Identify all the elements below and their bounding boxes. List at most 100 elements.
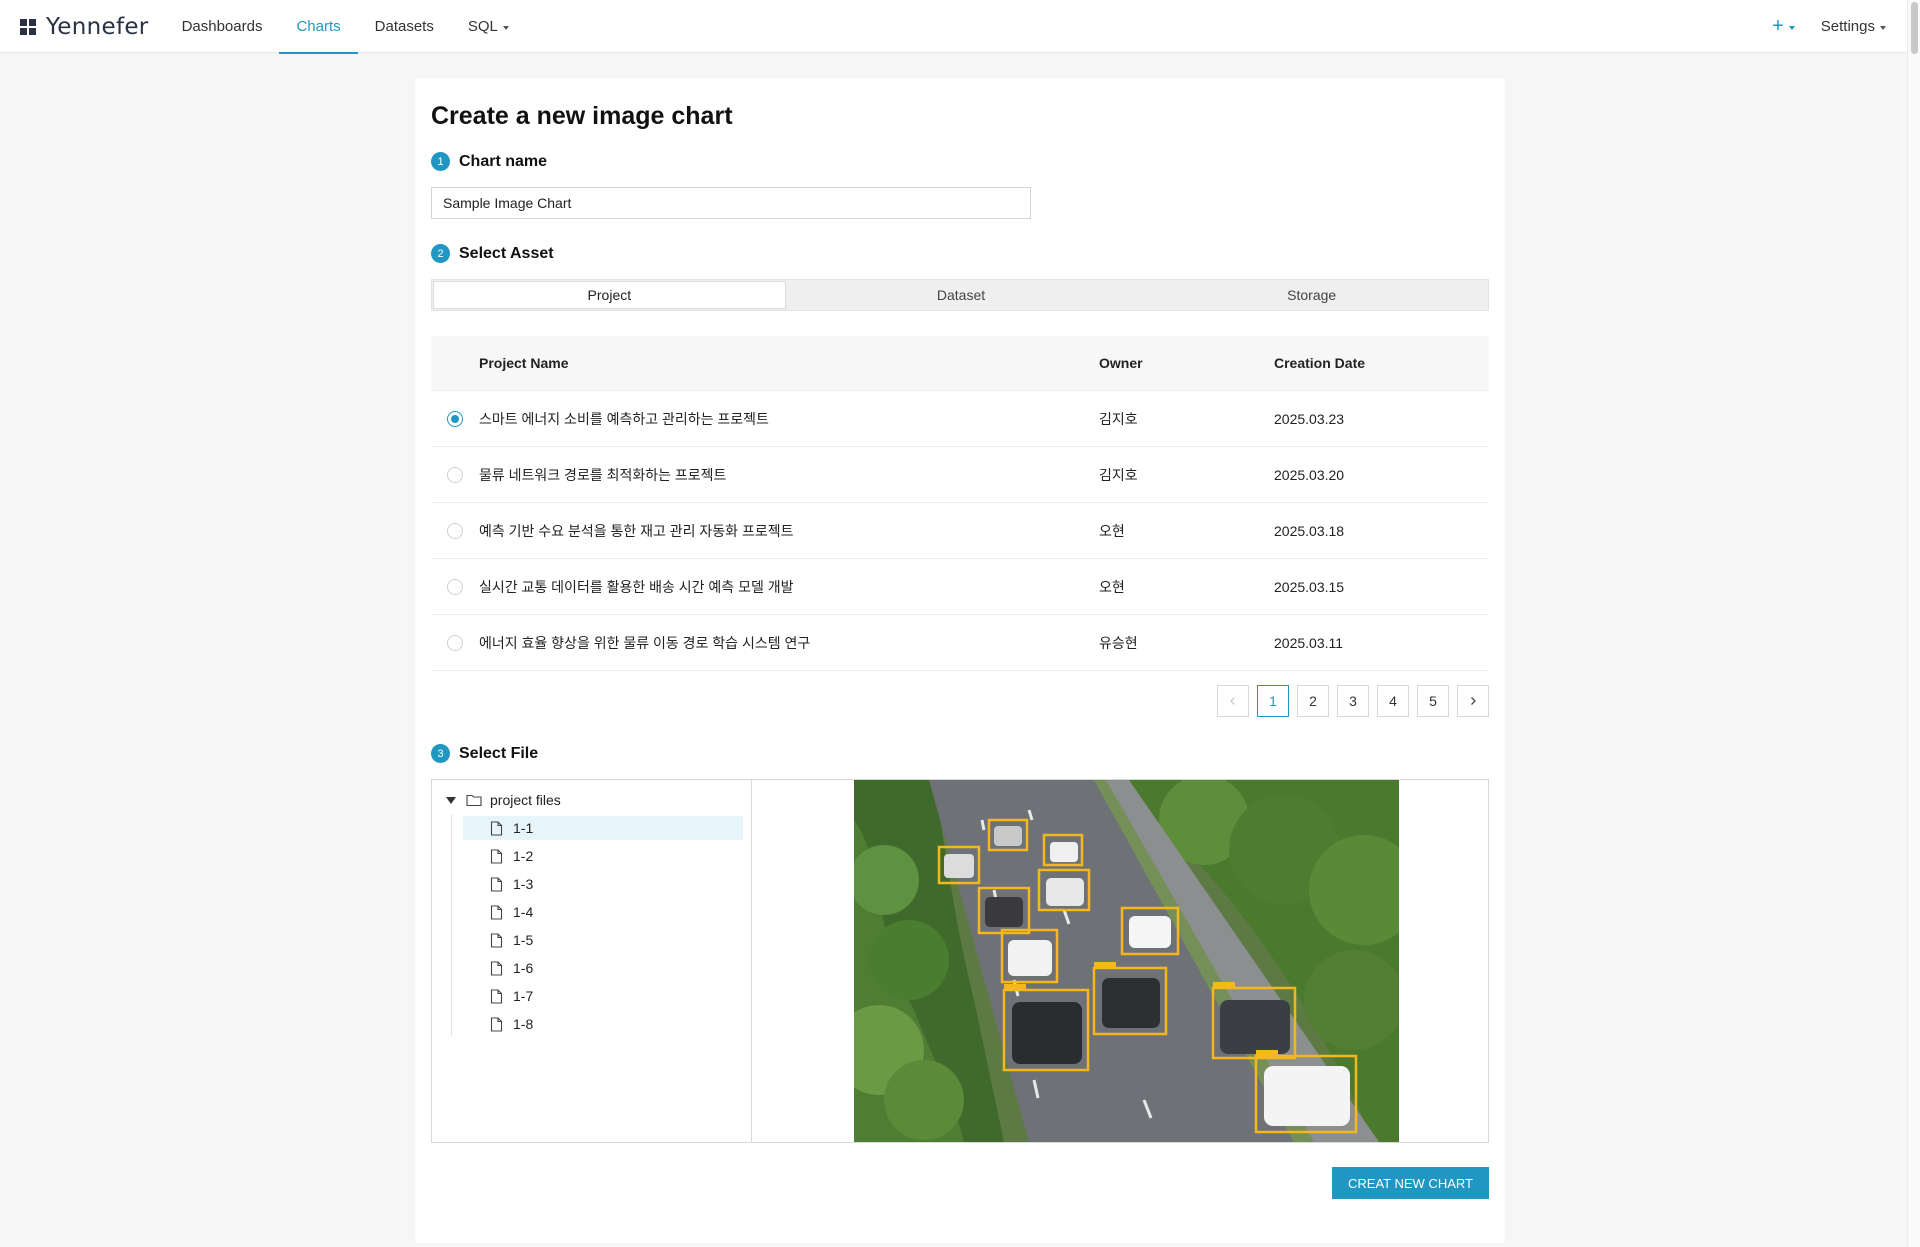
row-date: 2025.03.11 xyxy=(1274,634,1344,651)
step-number-badge: 1 xyxy=(431,152,450,171)
scrollbar-thumb[interactable] xyxy=(1911,2,1918,54)
row-radio[interactable] xyxy=(447,410,463,427)
tree-file-item[interactable]: 1-5 xyxy=(463,928,743,952)
row-owner: 유승현 xyxy=(1099,634,1138,651)
nav-sql[interactable]: SQL xyxy=(451,0,526,53)
page-title: Create a new image chart xyxy=(431,102,733,130)
folder-label: project files xyxy=(490,792,561,808)
row-project-name: 스마트 에너지 소비를 예측하고 관리하는 프로젝트 xyxy=(479,410,769,427)
next-page-button[interactable] xyxy=(1457,685,1489,717)
file-icon xyxy=(490,960,503,976)
top-navbar: Yennefer Dashboards Charts Datasets SQL … xyxy=(0,0,1920,54)
tab-project[interactable]: Project xyxy=(433,281,786,309)
table-row[interactable]: 실시간 교통 데이터를 활용한 배송 시간 예측 모델 개발 오현 2025.0… xyxy=(431,559,1489,615)
table-row[interactable]: 스마트 에너지 소비를 예측하고 관리하는 프로젝트 김지호 2025.03.2… xyxy=(431,391,1489,447)
header-owner: Owner xyxy=(1099,355,1143,371)
row-date: 2025.03.15 xyxy=(1274,578,1345,595)
tree-file-item[interactable]: 1-6 xyxy=(463,956,743,980)
table-row[interactable]: 예측 기반 수요 분석을 통한 재고 관리 자동화 프로젝트 오현 2025.0… xyxy=(431,503,1489,559)
asset-type-tabs: Project Dataset Storage xyxy=(431,279,1489,311)
page-button-3[interactable]: 3 xyxy=(1337,685,1369,717)
page-button-5[interactable]: 5 xyxy=(1417,685,1449,717)
apps-grid-icon[interactable] xyxy=(20,18,36,35)
step-label: Chart name xyxy=(459,152,548,170)
caret-down-icon[interactable] xyxy=(446,796,456,804)
row-radio[interactable] xyxy=(447,522,463,539)
row-radio[interactable] xyxy=(447,634,463,651)
app-logo[interactable]: Yennefer xyxy=(46,14,149,40)
project-table: Project Name Owner Creation Date 스마트 에너지… xyxy=(431,336,1489,671)
pagination: 1 2 3 4 5 xyxy=(1217,685,1489,717)
row-owner: 김지호 xyxy=(1099,466,1138,483)
chevron-down-icon xyxy=(1788,25,1795,30)
nav-dashboards[interactable]: Dashboards xyxy=(165,0,280,53)
chevron-down-icon xyxy=(1880,25,1886,30)
preview-image xyxy=(854,780,1399,1142)
nav-right: + Settings xyxy=(1772,0,1886,53)
step-label: Select Asset xyxy=(459,244,554,262)
file-icon xyxy=(490,1016,503,1032)
file-label: 1-6 xyxy=(513,960,534,976)
row-date: 2025.03.20 xyxy=(1274,466,1345,483)
file-label: 1-3 xyxy=(513,876,534,892)
tree-folder-project-files[interactable]: project files xyxy=(432,788,751,812)
table-header: Project Name Owner Creation Date xyxy=(431,336,1489,391)
settings-label: Settings xyxy=(1820,18,1875,35)
prev-page-button[interactable] xyxy=(1217,685,1249,717)
add-new-button[interactable]: + xyxy=(1772,15,1795,38)
chevron-right-icon xyxy=(1471,697,1476,705)
nav-charts[interactable]: Charts xyxy=(279,0,358,54)
file-label: 1-7 xyxy=(513,988,534,1004)
page-button-1[interactable]: 1 xyxy=(1257,685,1289,717)
nav-charts-label: Charts xyxy=(296,18,341,35)
page-button-4[interactable]: 4 xyxy=(1377,685,1409,717)
tab-dataset[interactable]: Dataset xyxy=(786,281,1137,309)
file-icon xyxy=(490,820,503,836)
row-owner: 오현 xyxy=(1099,578,1125,595)
header-creation-date: Creation Date xyxy=(1274,355,1366,371)
chart-name-input[interactable] xyxy=(431,187,1031,219)
create-new-chart-button[interactable]: CREAT NEW CHART xyxy=(1332,1167,1489,1199)
header-project-name: Project Name xyxy=(479,355,569,371)
file-label: 1-8 xyxy=(513,1016,534,1032)
settings-menu[interactable]: Settings xyxy=(1821,18,1886,35)
nav-datasets-label: Datasets xyxy=(374,18,434,35)
page-button-2[interactable]: 2 xyxy=(1297,685,1329,717)
file-label: 1-5 xyxy=(513,932,534,948)
folder-icon xyxy=(466,794,482,807)
step-chart-name: 1 Chart name xyxy=(431,152,547,171)
file-icon xyxy=(490,876,503,892)
chevron-down-icon xyxy=(502,25,509,30)
row-date: 2025.03.23 xyxy=(1274,410,1345,427)
tree-file-item[interactable]: 1-4 xyxy=(463,900,743,924)
row-project-name: 에너지 효율 향상을 위한 물류 이동 경로 학습 시스템 연구 xyxy=(479,634,811,651)
tree-file-item[interactable]: 1-1 xyxy=(463,816,743,840)
row-owner: 오현 xyxy=(1099,522,1125,539)
step-number-badge: 2 xyxy=(431,244,450,263)
create-chart-card: Create a new image chart 1 Chart name 2 … xyxy=(415,78,1505,1243)
nav-left: Yennefer Dashboards Charts Datasets SQL xyxy=(20,0,526,54)
table-row[interactable]: 물류 네트워크 경로를 최적화하는 프로젝트 김지호 2025.03.20 xyxy=(431,447,1489,503)
page-scrollbar[interactable] xyxy=(1907,0,1920,1247)
tree-file-item[interactable]: 1-3 xyxy=(463,872,743,896)
plus-icon: + xyxy=(1772,15,1784,37)
row-project-name: 예측 기반 수요 분석을 통한 재고 관리 자동화 프로젝트 xyxy=(479,522,794,539)
row-date: 2025.03.18 xyxy=(1274,522,1345,539)
tree-file-item[interactable]: 1-8 xyxy=(463,1012,743,1036)
traffic-detection-image xyxy=(854,780,1399,1142)
image-preview-area xyxy=(752,780,1488,1142)
step-select-asset: 2 Select Asset xyxy=(431,244,554,263)
tree-file-item[interactable]: 1-2 xyxy=(463,844,743,868)
tree-guide-line xyxy=(451,814,452,1036)
tab-storage[interactable]: Storage xyxy=(1136,281,1487,309)
tree-file-item[interactable]: 1-7 xyxy=(463,984,743,1008)
table-row[interactable]: 에너지 효율 향상을 위한 물류 이동 경로 학습 시스템 연구 유승현 202… xyxy=(431,615,1489,671)
nav-datasets[interactable]: Datasets xyxy=(358,0,451,53)
file-icon xyxy=(490,932,503,948)
file-tree: project files 1-1 1-2 1-3 1-4 1-5 1-6 1-… xyxy=(432,780,752,1142)
file-label: 1-4 xyxy=(513,904,534,920)
row-radio[interactable] xyxy=(447,578,463,595)
file-icon xyxy=(490,988,503,1004)
row-radio[interactable] xyxy=(447,466,463,483)
file-icon xyxy=(490,848,503,864)
